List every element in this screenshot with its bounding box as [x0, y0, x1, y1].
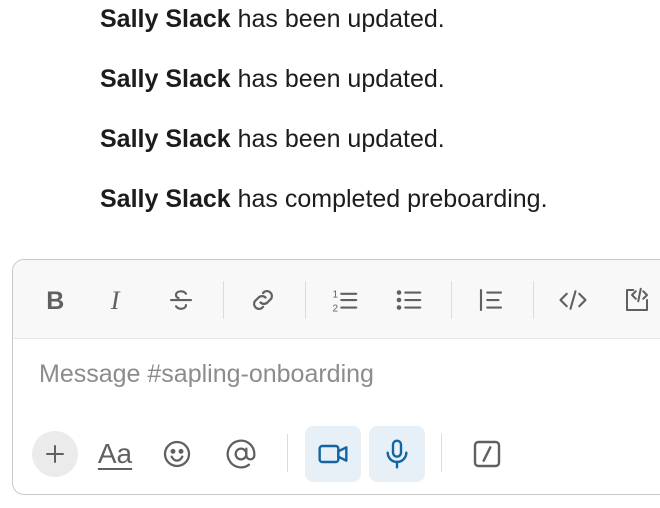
attach-button[interactable] [27, 426, 83, 482]
sender-name[interactable]: Sally Slack [100, 5, 231, 33]
emoji-icon [163, 440, 191, 468]
toolbar-separator [305, 281, 306, 319]
message-input[interactable]: Message #sapling-onboarding [39, 360, 374, 389]
code-icon[interactable] [553, 280, 593, 320]
svg-text:1: 1 [333, 290, 339, 301]
code-block-icon[interactable] [617, 280, 657, 320]
strikethrough-icon[interactable] [161, 280, 201, 320]
emoji-button[interactable] [149, 426, 205, 482]
video-clip-button[interactable] [305, 426, 361, 482]
mention-icon [226, 439, 256, 469]
message-line: Sally Slack has completed preboarding. [100, 183, 548, 215]
italic-icon[interactable]: I [97, 280, 137, 320]
sender-name[interactable]: Sally Slack [100, 125, 231, 153]
svg-text:B: B [46, 287, 64, 315]
toolbar-separator [287, 434, 288, 472]
message-text: has been updated. [237, 5, 445, 33]
bold-icon[interactable]: B [35, 280, 75, 320]
svg-text:I: I [110, 286, 121, 315]
link-icon[interactable] [243, 280, 283, 320]
text-format-label: Aa [97, 438, 133, 469]
message-text: has completed preboarding. [237, 185, 548, 213]
text-format-button[interactable]: Aa [87, 426, 143, 482]
message-line: Sally Slack has been updated. [100, 3, 445, 35]
svg-text:2: 2 [333, 303, 339, 314]
toolbar-separator [533, 281, 534, 319]
slash-command-icon [473, 440, 501, 468]
bulleted-list-icon[interactable] [389, 280, 429, 320]
slash-command-button[interactable] [459, 426, 515, 482]
formatting-toolbar: B I 1 2 [13, 260, 660, 339]
mention-button[interactable] [213, 426, 269, 482]
video-clip-icon [318, 444, 348, 464]
message-line: Sally Slack has been updated. [100, 63, 445, 95]
sender-name[interactable]: Sally Slack [100, 65, 231, 93]
blockquote-icon[interactable] [471, 280, 511, 320]
sender-name[interactable]: Sally Slack [100, 185, 231, 213]
toolbar-separator [441, 434, 442, 472]
ordered-list-icon[interactable]: 1 2 [325, 280, 365, 320]
plus-icon [32, 431, 78, 477]
audio-clip-button[interactable] [369, 426, 425, 482]
message-composer: B I 1 2 Message #sapling-onboarding Aa [12, 259, 660, 495]
message-text: has been updated. [237, 65, 445, 93]
toolbar-separator [223, 281, 224, 319]
toolbar-separator [451, 281, 452, 319]
message-line: Sally Slack has been updated. [100, 123, 445, 155]
microphone-icon [386, 439, 408, 469]
message-text: has been updated. [237, 125, 445, 153]
